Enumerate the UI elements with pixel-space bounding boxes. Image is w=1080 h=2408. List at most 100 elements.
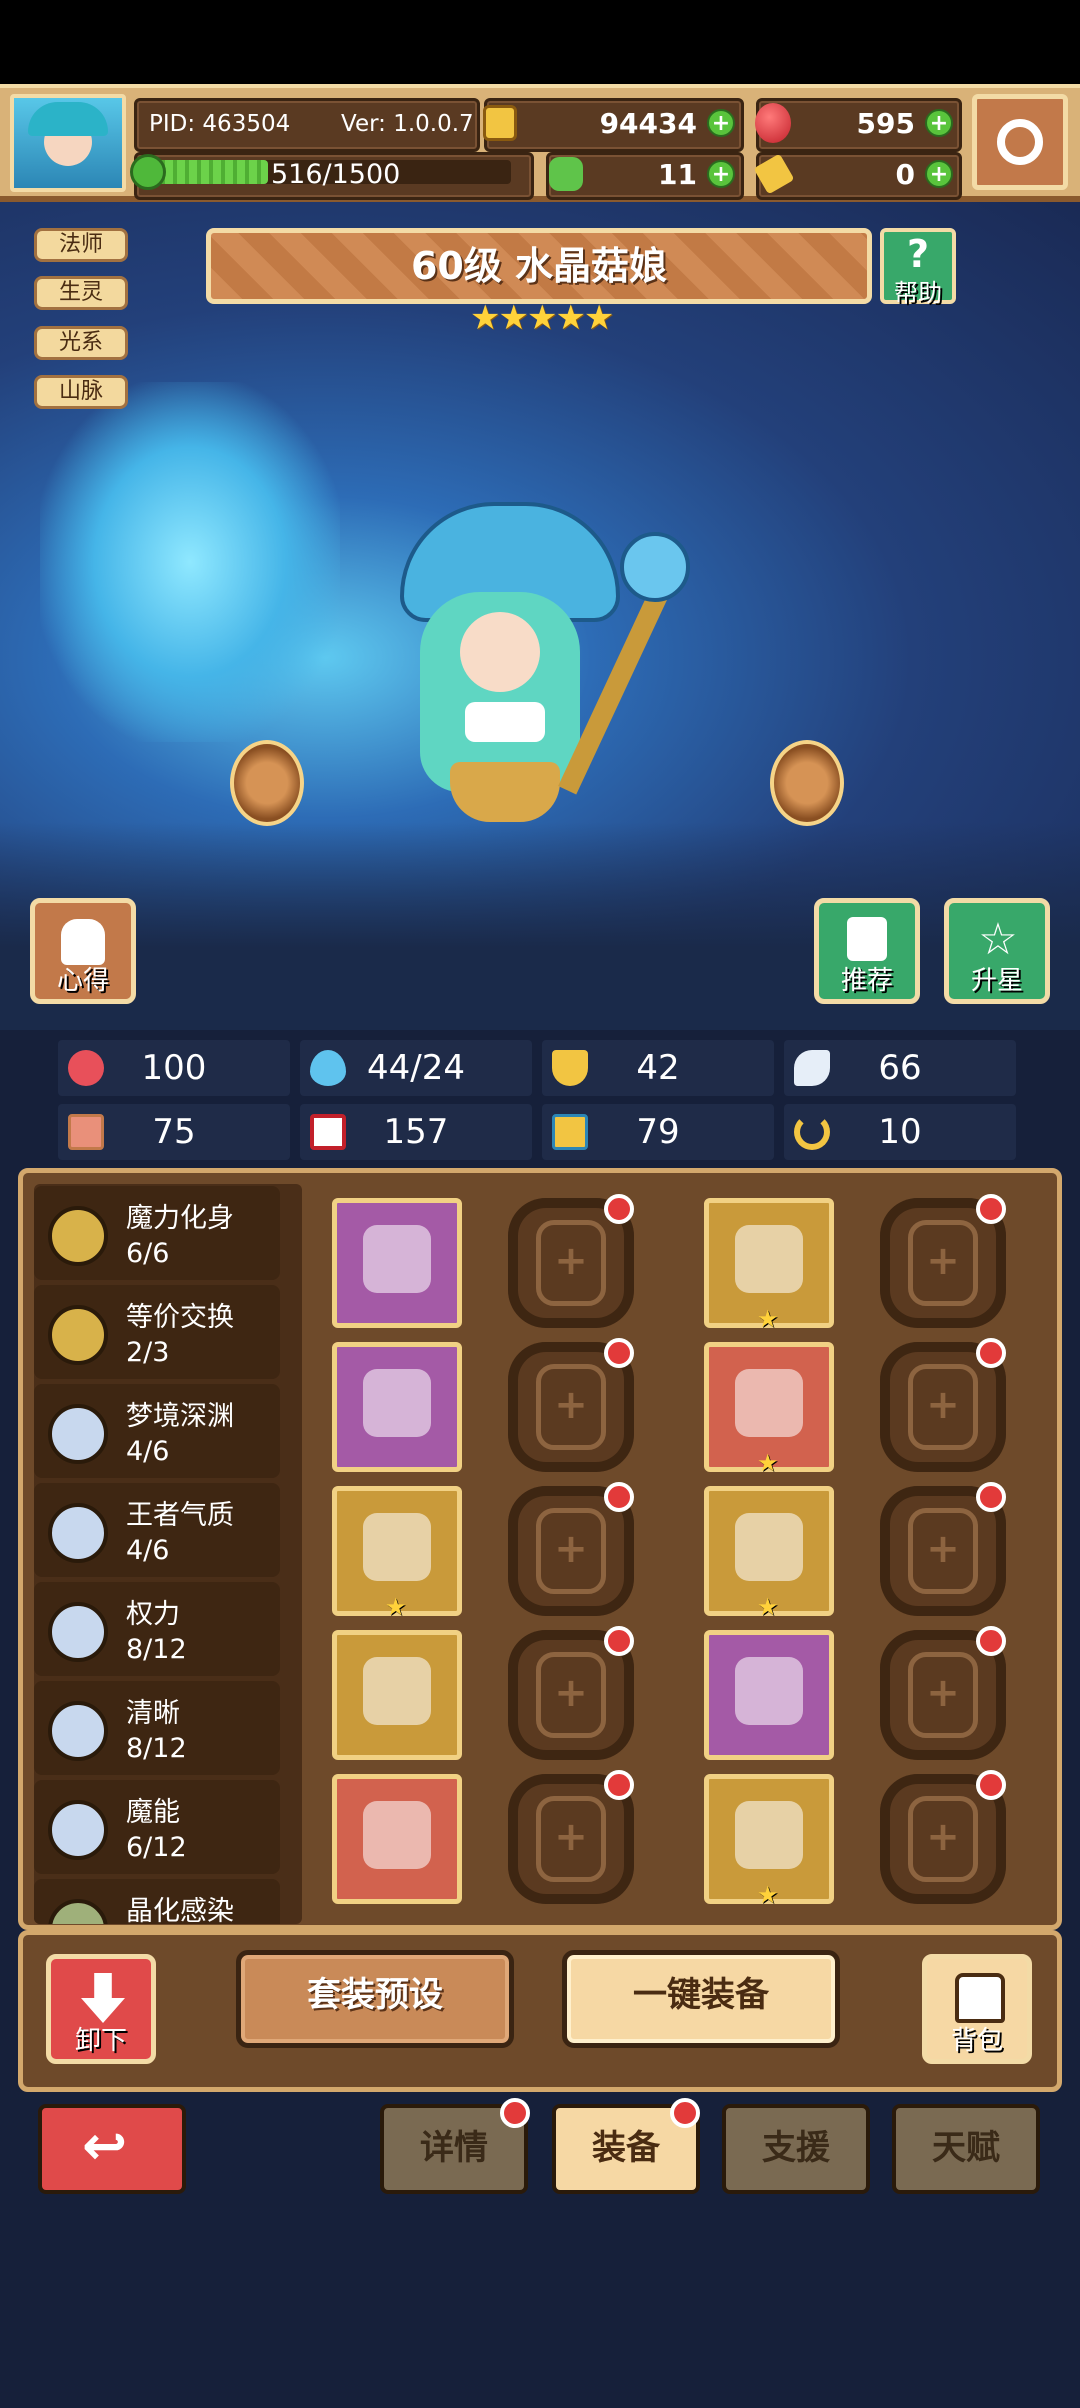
equipment-slot[interactable]: ★ [704,1486,834,1621]
set-count: 4/6 [126,1436,170,1467]
set-count: 4/6 [126,1535,170,1566]
crystal-glow [40,382,340,742]
bag-button[interactable]: 背包 [922,1954,1032,2064]
notification-dot [976,1626,1006,1656]
set-name: 清晰 [126,1698,180,1729]
recommend-label: 推荐 [840,966,893,996]
stat-magic: 157 [300,1104,532,1160]
notification-dot [976,1194,1006,1224]
set-medal-icon [48,1503,108,1563]
set-name: 梦境深渊 [126,1401,234,1432]
set-item[interactable]: 梦境深渊 4/6 [34,1384,280,1478]
set-item[interactable]: 等价交换 2/3 [34,1285,280,1379]
stat-armor: 42 [542,1040,774,1096]
gold-panel: 94434 + [483,98,744,152]
set-item[interactable]: 魔力化身 6/6 [34,1186,280,1280]
set-item[interactable]: 王者气质 4/6 [34,1483,280,1577]
upstar-button[interactable]: ☆ 升星 [944,898,1050,1004]
tips-button[interactable]: 心得 [30,898,136,1004]
equipment-slot[interactable] [332,1198,462,1328]
set-bonus-list[interactable]: 魔力化身 6/6 等价交换 2/3 梦境深渊 4/6 王者气质 4/6 权力 8/12 清晰 8/12… [34,1184,302,1924]
scroll-icon [61,919,105,965]
equipment-slot[interactable] [704,1630,834,1760]
clover-icon [549,157,583,191]
notification-dot [604,1194,634,1224]
notification-dot [500,2098,530,2128]
add-gold-button[interactable]: + [707,109,735,137]
plus-icon: + [908,1508,978,1594]
plus-icon: + [908,1652,978,1738]
help-button[interactable]: ? 帮助 [880,228,956,307]
set-item[interactable]: 权力 8/12 [34,1582,280,1676]
stat-speed: 66 [784,1040,1016,1096]
star-icon: ★ [385,1593,407,1621]
plus-icon: + [536,1652,606,1738]
recommend-button[interactable]: 推荐 [814,898,920,1004]
element-tag: 光系 [34,326,128,360]
set-count: 8/12 [126,1733,187,1764]
ring-item-icon [735,1657,803,1725]
player-info-panel: PID: 463504 Ver: 1.0.0.7 [134,98,480,152]
staff-item-icon [363,1225,431,1293]
stat-mana: 44/24 [300,1040,532,1096]
tab-talent[interactable]: 天赋 [892,2104,1040,2194]
character-sprite [380,492,710,892]
key-icon [753,153,795,195]
set-name: 晶化感染 [126,1896,234,1924]
amulet-item-icon [363,1513,431,1581]
gold-amount: 94434 [599,107,697,140]
set-preset-button[interactable]: 套装预设 [236,1950,514,2048]
equipment-slot[interactable]: ★ [704,1774,834,1909]
auto-equip-button[interactable]: 一键装备 [562,1950,840,2048]
left-rune-coin[interactable] [230,740,304,826]
gem-panel: 595 + [755,98,962,152]
set-name: 王者气质 [126,1500,234,1531]
equipment-slot[interactable]: ★ [704,1342,834,1477]
set-name: 等价交换 [126,1302,234,1333]
star-icon: ★ [757,1881,779,1909]
bag-label: 背包 [950,2026,1003,2056]
boots-item-icon [735,1801,803,1869]
equipment-slot[interactable]: ★ [332,1486,462,1621]
set-medal-icon [48,1800,108,1860]
set-count: 8/12 [126,1634,187,1665]
class-tag: 法师 [34,228,128,262]
key-panel: 0 + [753,152,962,200]
character-title: 60级 水晶菇娘 [206,228,872,304]
add-clover-button[interactable]: + [707,160,735,188]
notification-dot [604,1626,634,1656]
stat-hp: 100 [58,1040,290,1096]
add-key-button[interactable]: + [925,160,953,188]
set-name: 魔力化身 [126,1203,234,1234]
notification-dot [670,2098,700,2128]
key-amount: 0 [895,158,915,191]
right-rune-coin[interactable] [770,740,844,826]
unequip-button[interactable]: 卸下 [46,1954,156,2064]
stat-value: 157 [383,1112,449,1152]
settings-button[interactable] [972,94,1068,190]
backpack-icon [955,1973,1005,2023]
equipment-slot[interactable] [332,1342,462,1472]
back-button[interactable]: ↩ [38,2104,186,2194]
star-upgrade-icon: ☆ [978,914,1018,965]
equipment-slot[interactable] [332,1774,462,1904]
plus-icon: + [536,1220,606,1306]
stat-move: 79 [542,1104,774,1160]
stat-value: 10 [878,1112,922,1152]
set-item[interactable]: 晶化感染 [34,1879,280,1924]
add-gem-button[interactable]: + [925,109,953,137]
avatar[interactable] [10,94,126,192]
stat-value: 100 [141,1048,207,1088]
unequip-label: 卸下 [74,2026,127,2056]
glove-item-icon [735,1513,803,1581]
equipment-slot[interactable]: ★ [704,1198,834,1333]
set-item[interactable]: 清晰 8/12 [34,1681,280,1775]
experience-panel: 516/1500 [134,152,534,200]
equipment-slot[interactable] [332,1630,462,1760]
stat-attack: 75 [58,1104,290,1160]
set-item[interactable]: 魔能 6/12 [34,1780,280,1874]
set-count: 2/3 [126,1337,170,1368]
star-icon: ★ [757,1305,779,1333]
tab-support[interactable]: 支援 [722,2104,870,2194]
thumbs-up-icon [847,917,887,961]
